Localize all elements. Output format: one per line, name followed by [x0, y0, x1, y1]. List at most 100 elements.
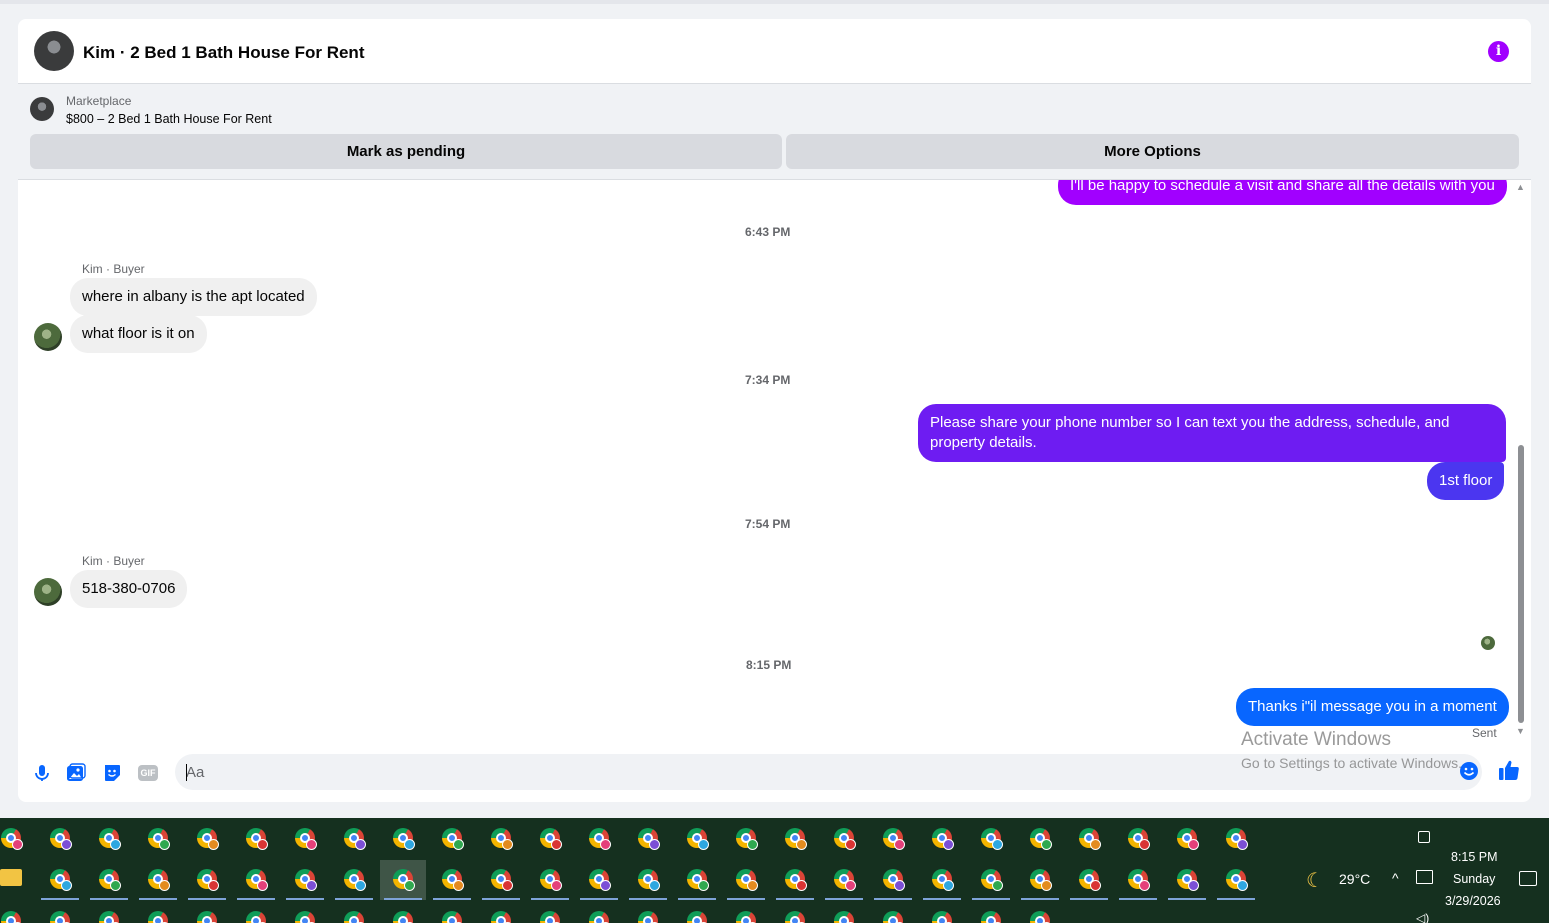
incoming-message[interactable]: 518-380-0706: [70, 570, 188, 608]
chrome-profile-icon[interactable]: [0, 902, 34, 923]
chrome-profile-icon[interactable]: [331, 860, 377, 900]
chrome-profile-icon[interactable]: [1066, 860, 1112, 900]
sender-avatar[interactable]: [34, 323, 62, 351]
chrome-profile-icon[interactable]: [86, 860, 132, 900]
chrome-profile-icon[interactable]: [380, 902, 426, 923]
mark-as-pending-button[interactable]: Mark as pending: [30, 134, 782, 169]
chrome-profile-icon[interactable]: [968, 860, 1014, 900]
chrome-profile-icon[interactable]: [968, 819, 1014, 859]
microphone-icon[interactable]: [32, 763, 52, 783]
chrome-profile-icon[interactable]: [1164, 819, 1210, 859]
outgoing-message[interactable]: Thanks i"il message you in a moment: [1236, 688, 1509, 726]
chrome-profile-icon[interactable]: [772, 860, 818, 900]
chrome-profile-icon[interactable]: [135, 902, 181, 923]
more-options-button[interactable]: More Options: [786, 134, 1519, 169]
chrome-profile-icon[interactable]: [184, 860, 230, 900]
chrome-profile-icon[interactable]: [723, 860, 769, 900]
chrome-profile-icon[interactable]: [870, 819, 916, 859]
image-icon[interactable]: [66, 763, 86, 783]
chrome-profile-icon[interactable]: [576, 902, 622, 923]
outgoing-message[interactable]: I'll be happy to schedule a visit and sh…: [1058, 180, 1507, 205]
conversation-title[interactable]: Kim · 2 Bed 1 Bath House For Rent: [83, 43, 364, 63]
chrome-profile-icon[interactable]: [723, 819, 769, 859]
chevron-up-icon[interactable]: ^: [1392, 870, 1399, 886]
gif-icon[interactable]: GIF: [138, 765, 158, 781]
chrome-profile-icon[interactable]: [37, 819, 83, 859]
chrome-profile-icon[interactable]: [1213, 860, 1259, 900]
chrome-profile-icon[interactable]: [233, 819, 279, 859]
chrome-profile-icon[interactable]: [86, 819, 132, 859]
chrome-profile-icon[interactable]: [1017, 860, 1063, 900]
chrome-profile-icon[interactable]: [233, 902, 279, 923]
network-icon[interactable]: [1416, 870, 1433, 884]
meet-now-icon[interactable]: [1418, 831, 1430, 843]
chrome-profile-icon[interactable]: [380, 819, 426, 859]
chrome-profile-icon[interactable]: [282, 860, 328, 900]
chrome-profile-icon[interactable]: [527, 902, 573, 923]
clock-day[interactable]: Sunday: [1453, 872, 1495, 886]
chrome-profile-icon[interactable]: [1213, 819, 1259, 859]
chrome-profile-icon[interactable]: [478, 860, 524, 900]
chrome-profile-icon[interactable]: [527, 819, 573, 859]
chrome-profile-icon[interactable]: [1115, 819, 1161, 859]
chrome-profile-icon[interactable]: [723, 902, 769, 923]
chrome-profile-icon[interactable]: [870, 860, 916, 900]
chrome-profile-icon[interactable]: [86, 902, 132, 923]
chrome-profile-icon[interactable]: [968, 902, 1014, 923]
incoming-message[interactable]: what floor is it on: [70, 315, 207, 353]
conversation-avatar[interactable]: [34, 31, 74, 71]
chrome-profile-icon[interactable]: [37, 902, 83, 923]
moon-icon[interactable]: ☾: [1306, 868, 1324, 893]
chrome-profile-icon[interactable]: [674, 819, 720, 859]
chrome-profile-icon[interactable]: [135, 860, 181, 900]
chrome-profile-icon[interactable]: [331, 819, 377, 859]
chrome-profile-icon[interactable]: [0, 819, 34, 859]
message-thread[interactable]: I'll be happy to schedule a visit and sh…: [18, 180, 1531, 740]
weather-temperature[interactable]: 29°C: [1339, 871, 1370, 887]
chrome-profile-icon[interactable]: [1017, 819, 1063, 859]
chrome-profile-icon[interactable]: [527, 860, 573, 900]
chrome-profile-icon[interactable]: [429, 819, 475, 859]
chrome-profile-icon[interactable]: [37, 860, 83, 900]
thumbs-up-icon[interactable]: [1497, 758, 1521, 782]
chrome-profile-icon[interactable]: [576, 860, 622, 900]
chrome-profile-icon[interactable]: [478, 902, 524, 923]
clock-time[interactable]: 8:15 PM: [1451, 850, 1498, 864]
scroll-down-arrow[interactable]: ▼: [1516, 726, 1525, 736]
chrome-profile-icon[interactable]: [429, 902, 475, 923]
chrome-profile-icon[interactable]: [1066, 819, 1112, 859]
clock-date[interactable]: 3/29/2026: [1445, 894, 1501, 908]
chrome-profile-icon[interactable]: [625, 902, 671, 923]
outgoing-message[interactable]: 1st floor: [1427, 462, 1505, 500]
chrome-profile-icon[interactable]: [919, 860, 965, 900]
emoji-icon[interactable]: [1459, 761, 1479, 781]
outgoing-message[interactable]: Please share your phone number so I can …: [918, 404, 1506, 462]
scrollbar-thumb[interactable]: [1518, 445, 1524, 723]
chrome-profile-icon[interactable]: [674, 902, 720, 923]
chrome-profile-icon[interactable]: [282, 902, 328, 923]
chrome-profile-icon[interactable]: [674, 860, 720, 900]
chrome-profile-icon[interactable]: [380, 860, 426, 900]
chrome-profile-icon[interactable]: [135, 819, 181, 859]
info-icon[interactable]: i: [1488, 41, 1509, 62]
chrome-profile-icon[interactable]: [184, 819, 230, 859]
incoming-message[interactable]: where in albany is the apt located: [70, 278, 317, 316]
listing-thumbnail[interactable]: [30, 97, 54, 121]
chrome-profile-icon[interactable]: [919, 819, 965, 859]
chrome-profile-icon[interactable]: [772, 902, 818, 923]
chrome-profile-icon[interactable]: [821, 860, 867, 900]
chrome-profile-icon[interactable]: [772, 819, 818, 859]
chrome-profile-icon[interactable]: [821, 902, 867, 923]
sender-avatar[interactable]: [34, 578, 62, 606]
file-explorer-icon[interactable]: [0, 869, 22, 886]
chrome-profile-icon[interactable]: [478, 819, 524, 859]
chrome-profile-icon[interactable]: [919, 902, 965, 923]
chrome-profile-icon[interactable]: [282, 819, 328, 859]
chrome-profile-icon[interactable]: [1115, 860, 1161, 900]
chrome-profile-icon[interactable]: [625, 860, 671, 900]
chrome-profile-icon[interactable]: [821, 819, 867, 859]
chrome-profile-icon[interactable]: [576, 819, 622, 859]
chrome-profile-icon[interactable]: [233, 860, 279, 900]
chrome-profile-icon[interactable]: [429, 860, 475, 900]
scroll-up-arrow[interactable]: ▲: [1516, 182, 1525, 192]
